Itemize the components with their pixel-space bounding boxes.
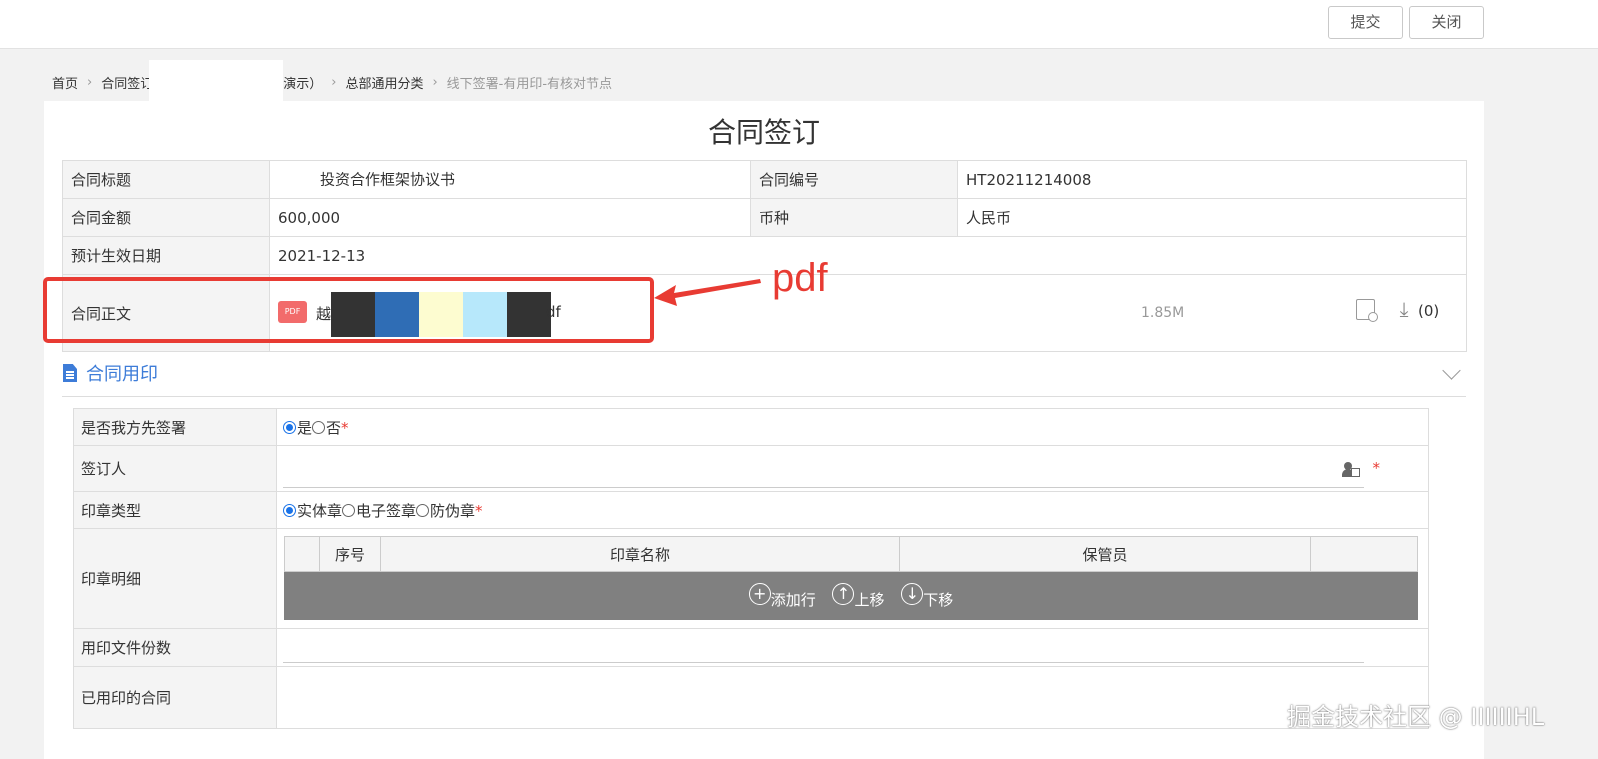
stamped-contract-label: 已用印的合同 (73, 666, 277, 729)
first-sign-label: 是否我方先签署 (73, 408, 277, 446)
e-seal-label: 电子签章 (356, 501, 417, 520)
radio-no-label: 否 (326, 418, 342, 437)
radio-anti-fake-seal[interactable] (416, 503, 430, 517)
radio-yes-label: 是 (297, 418, 313, 437)
redaction-block (375, 292, 419, 337)
signer-input[interactable] (283, 450, 1364, 488)
radio-yes[interactable] (283, 420, 296, 434)
plus-circle-icon: + (748, 583, 771, 605)
redaction-mask (270, 161, 314, 198)
effective-date-value: 2021-12-13 (269, 236, 1467, 275)
preview-icon[interactable] (1356, 299, 1378, 322)
contract-amount-value: 600,000 (269, 198, 751, 237)
close-button[interactable]: 关闭 (1409, 6, 1484, 39)
currency-label: 币种 (750, 198, 958, 237)
breadcrumb-item-demo[interactable]: 演示） (283, 73, 322, 92)
radio-no[interactable] (312, 420, 326, 434)
seal-section-header[interactable]: 合同用印 (62, 358, 1466, 397)
document-icon (63, 364, 77, 382)
submit-button[interactable]: 提交 (1328, 6, 1403, 39)
required-mark: * (1372, 459, 1381, 477)
page-title: 合同签订 (707, 116, 820, 149)
watermark: 掘金技术社区 @ IIIIIIHL (1287, 703, 1545, 731)
required-mark: * (475, 501, 483, 520)
breadcrumb-item-category[interactable]: 总部通用分类 (345, 73, 423, 92)
add-row-button[interactable]: + 添加行 (748, 583, 816, 610)
contract-info-table: 合同标题 投资合作框架协议书 合同编号 HT20211214008 合同金额 6… (62, 160, 1467, 352)
copies-label: 用印文件份数 (73, 628, 277, 667)
arrow-up-circle-icon: ↑ (832, 583, 855, 605)
copies-input[interactable] (283, 633, 1364, 663)
first-sign-options: 是否* (276, 408, 1429, 446)
required-mark: * (341, 418, 349, 437)
attachment-name-end[interactable]: df (546, 303, 561, 321)
chevron-right-icon: › (432, 75, 438, 90)
seal-detail-label: 印章明细 (73, 528, 277, 629)
redaction-block (419, 292, 463, 337)
redaction-block (507, 292, 551, 337)
download-icon[interactable]: ⤓ (1394, 297, 1414, 321)
annotation-arrow-icon (654, 279, 761, 306)
physical-seal-label: 实体章 (297, 501, 343, 520)
person-select-icon[interactable] (1342, 461, 1362, 478)
chevron-right-icon: › (87, 75, 93, 90)
seal-type-options: 实体章 电子签章 防伪章* (276, 491, 1429, 529)
arrow-down-circle-icon: ↓ (901, 583, 924, 605)
section-title: 合同用印 (86, 364, 158, 385)
seal-type-label: 印章类型 (73, 491, 277, 529)
chevron-right-icon: › (331, 75, 337, 90)
attachment-row: PDF 越 df 1.85M ⤓ (0) (271, 276, 1466, 351)
radio-physical-seal[interactable] (283, 503, 296, 517)
contract-body-label: 合同正文 (62, 274, 270, 352)
redaction-block (331, 292, 375, 337)
redaction-block (463, 292, 507, 337)
signer-label: 签订人 (73, 445, 277, 492)
seal-form-table: 是否我方先签署 是否* 签订人 * 印章类型 实体章 电子签章 防伪章* 印章明细 (73, 408, 1429, 729)
contract-amount-label: 合同金额 (62, 198, 270, 237)
action-column (1310, 536, 1418, 572)
effective-date-label: 预计生效日期 (62, 236, 270, 275)
contract-number-label: 合同编号 (750, 160, 958, 199)
select-column (284, 536, 320, 572)
attachment-size: 1.85M (1141, 305, 1185, 321)
row-operations-bar: + 添加行 ↑ 上移 ↓ 下移 (284, 571, 1418, 620)
move-up-button[interactable]: ↑ 上移 (832, 583, 885, 610)
contract-title-label: 合同标题 (62, 160, 270, 199)
download-count: (0) (1418, 302, 1440, 320)
redaction-mask (149, 59, 284, 104)
anti-fake-seal-label: 防伪章 (430, 501, 476, 520)
breadcrumb-current: 线下签署-有用印-有核对节点 (446, 77, 613, 92)
move-down-button[interactable]: ↓ 下移 (901, 583, 953, 610)
contract-card: 合同签订 合同标题 投资合作框架协议书 合同编号 HT20211214008 合… (43, 101, 1484, 759)
contract-title-value: 投资合作框架协议书 (269, 160, 751, 199)
attachment-name-start[interactable]: 越 (316, 303, 331, 324)
contract-number-value: HT20211214008 (957, 160, 1467, 199)
stamped-contract-value[interactable] (276, 666, 1429, 729)
column-header-seal-name: 印章名称 (380, 536, 900, 572)
pdf-file-icon: PDF (278, 301, 307, 323)
breadcrumb-item-contract-sign[interactable]: 合同签订 (101, 73, 153, 92)
currency-value: 人民币 (957, 198, 1467, 237)
chevron-down-icon[interactable] (1442, 361, 1461, 380)
breadcrumb-home[interactable]: 首页 (52, 73, 78, 92)
radio-e-seal[interactable] (342, 503, 356, 517)
top-toolbar: 提交 关闭 (0, 0, 1598, 49)
annotation-note: pdf (772, 256, 828, 300)
column-header-index: 序号 (319, 536, 381, 572)
column-header-keeper: 保管员 (899, 536, 1311, 572)
breadcrumb: 首页 › 合同签订 演示） › 总部通用分类 › 线下签署-有用印-有核对节点 (52, 59, 613, 104)
seal-detail-table: 序号 印章名称 保管员 + 添加行 ↑ 上移 ↓ 下移 (284, 536, 1418, 620)
